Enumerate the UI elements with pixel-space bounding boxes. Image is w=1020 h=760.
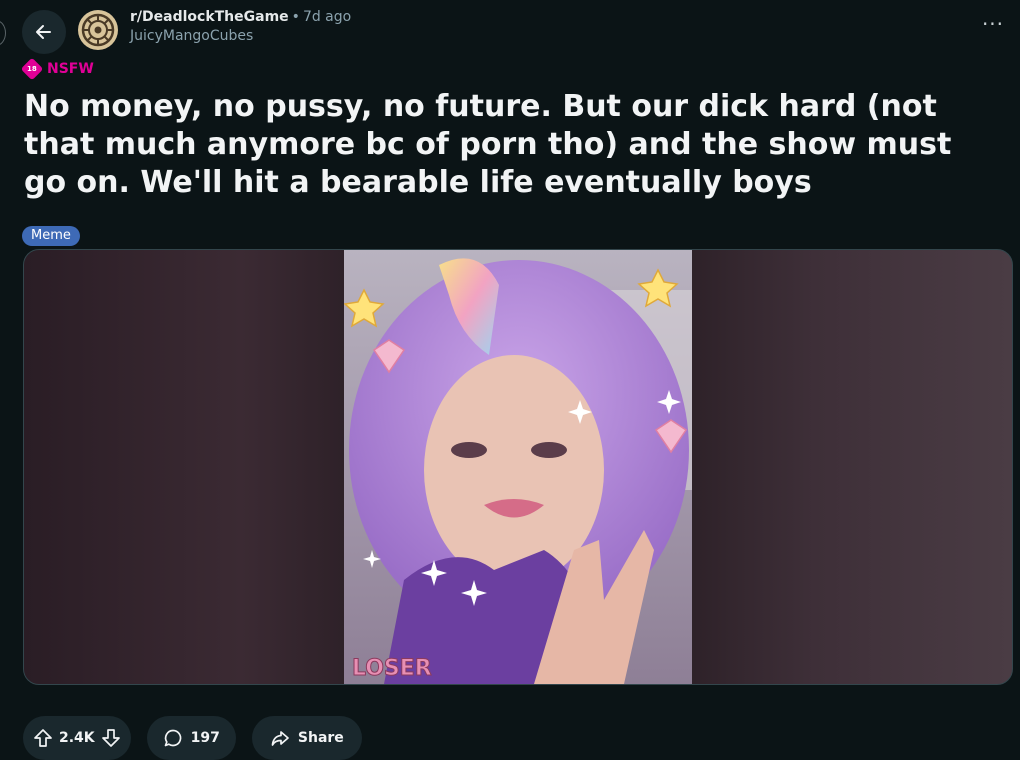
comment-icon [164, 729, 181, 747]
post-meta: r/DeadlockTheGame • 7d ago JuicyMangoCubes [130, 8, 351, 46]
nsfw-tag: 18 NSFW [20, 57, 94, 81]
subreddit-avatar[interactable] [78, 10, 118, 50]
back-arrow-icon [36, 25, 51, 39]
subreddit-link[interactable]: r/DeadlockTheGame [130, 9, 289, 25]
share-icon [271, 731, 289, 746]
nsfw-icon: 18 [20, 57, 44, 81]
upvote-button[interactable] [33, 728, 53, 748]
share-label: Share [297, 730, 344, 746]
post-image[interactable]: LOSER [344, 250, 692, 684]
meta-separator: • [291, 9, 300, 25]
post-actions: 2.4K 197 Share [23, 716, 362, 760]
subreddit-icon [81, 13, 115, 47]
back-button[interactable] [22, 10, 66, 54]
downvote-icon [101, 729, 120, 747]
vote-control: 2.4K [23, 716, 131, 760]
comment-count: 197 [190, 730, 220, 746]
nsfw-label: NSFW [47, 61, 94, 77]
author-link[interactable]: JuicyMangoCubes [130, 26, 351, 46]
more-options-icon: ··· [981, 12, 1005, 36]
post-media[interactable]: LOSER [23, 249, 1013, 685]
upvote-count: 2.4K [59, 730, 95, 746]
downvote-button[interactable] [101, 728, 121, 748]
post-time: 7d ago [302, 9, 352, 25]
post-header: r/DeadlockTheGame • 7d ago JuicyMangoCubes… [22, 6, 1020, 56]
share-button[interactable]: Share [251, 716, 362, 760]
window-edge [0, 20, 6, 46]
more-options-button[interactable]: ··· [978, 12, 1008, 42]
upvote-icon [34, 729, 52, 747]
post-title: No money, no pussy, no future. But our d… [24, 89, 952, 200]
svg-text:LOSER: LOSER [352, 656, 432, 681]
post-flair[interactable]: Meme [22, 226, 80, 246]
comments-button[interactable]: 197 [146, 716, 236, 760]
